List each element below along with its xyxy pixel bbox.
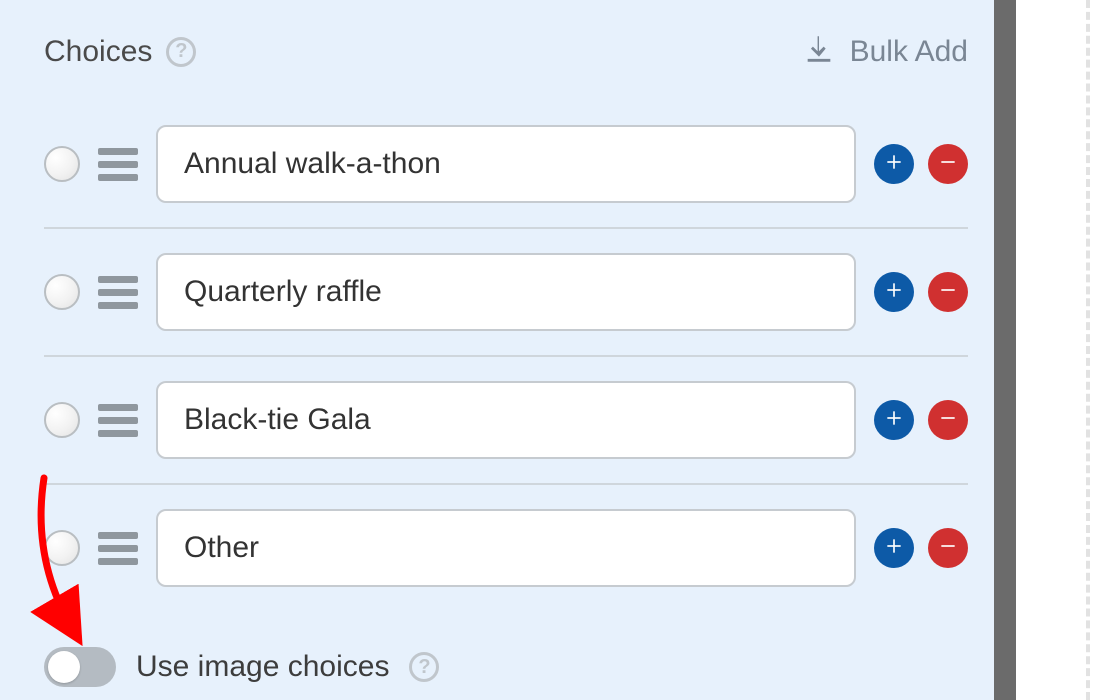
add-choice-button[interactable] <box>874 144 914 184</box>
help-icon[interactable]: ? <box>166 37 196 67</box>
default-radio[interactable] <box>44 402 80 438</box>
choice-row <box>44 101 968 227</box>
choice-input[interactable] <box>156 381 856 459</box>
minus-icon <box>938 536 958 561</box>
remove-choice-button[interactable] <box>928 400 968 440</box>
drag-handle-icon[interactable] <box>98 402 138 439</box>
row-actions <box>874 272 968 312</box>
plus-icon <box>884 152 904 177</box>
plus-icon <box>884 280 904 305</box>
remove-choice-button[interactable] <box>928 272 968 312</box>
choices-label: Choices <box>44 35 152 69</box>
minus-icon <box>938 408 958 433</box>
add-choice-button[interactable] <box>874 528 914 568</box>
choice-row <box>44 483 968 611</box>
choice-row <box>44 355 968 483</box>
toggle-knob <box>48 651 80 683</box>
viewport: Choices ? Bulk Add <box>0 0 1116 700</box>
drag-handle-icon[interactable] <box>98 146 138 183</box>
choice-input[interactable] <box>156 509 856 587</box>
choices-header: Choices ? Bulk Add <box>44 32 968 71</box>
remove-choice-button[interactable] <box>928 528 968 568</box>
choices-header-left: Choices ? <box>44 35 196 69</box>
choice-input[interactable] <box>156 253 856 331</box>
row-actions <box>874 144 968 184</box>
image-choices-toggle[interactable] <box>44 647 116 687</box>
right-gutter <box>1016 0 1116 700</box>
download-icon <box>802 32 836 71</box>
row-actions <box>874 528 968 568</box>
minus-icon <box>938 280 958 305</box>
image-choices-label: Use image choices <box>136 650 389 684</box>
choice-input[interactable] <box>156 125 856 203</box>
plus-icon <box>884 408 904 433</box>
default-radio[interactable] <box>44 146 80 182</box>
add-choice-button[interactable] <box>874 400 914 440</box>
row-actions <box>874 400 968 440</box>
image-choices-row: Use image choices ? <box>44 611 968 687</box>
default-radio[interactable] <box>44 274 80 310</box>
default-radio[interactable] <box>44 530 80 566</box>
panel-scrollbar[interactable] <box>994 0 1016 700</box>
choices-panel: Choices ? Bulk Add <box>0 0 1012 700</box>
remove-choice-button[interactable] <box>928 144 968 184</box>
drag-handle-icon[interactable] <box>98 274 138 311</box>
help-icon[interactable]: ? <box>409 652 439 682</box>
bulk-add-button[interactable]: Bulk Add <box>802 32 968 71</box>
drag-handle-icon[interactable] <box>98 530 138 567</box>
bulk-add-label: Bulk Add <box>850 35 968 69</box>
plus-icon <box>884 536 904 561</box>
add-choice-button[interactable] <box>874 272 914 312</box>
choice-row <box>44 227 968 355</box>
dashed-edge <box>1086 0 1090 700</box>
minus-icon <box>938 152 958 177</box>
